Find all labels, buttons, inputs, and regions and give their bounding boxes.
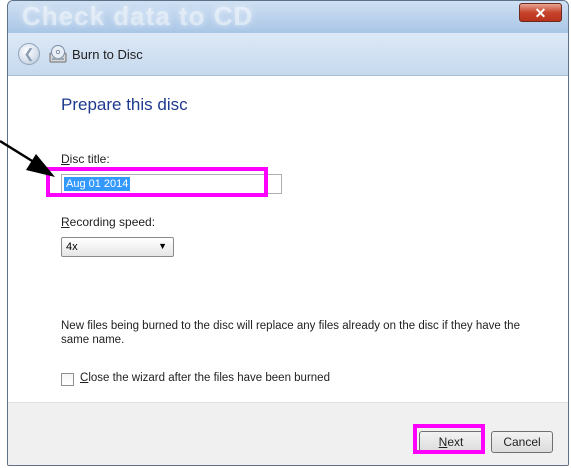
annotation-arrow-icon — [0, 139, 55, 177]
